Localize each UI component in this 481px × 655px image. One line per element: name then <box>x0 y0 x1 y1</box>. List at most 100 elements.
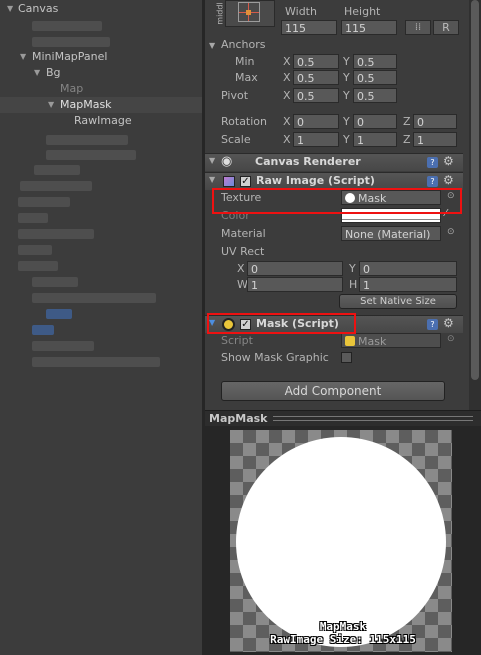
uv-w-field[interactable]: 1 <box>247 277 343 292</box>
uv-x-field[interactable]: 0 <box>247 261 343 276</box>
anchor-min-x-field[interactable]: 0.5 <box>293 54 339 69</box>
foldout-arrow-icon[interactable]: ▼ <box>209 318 215 327</box>
blurred-item-label <box>46 309 72 319</box>
expand-arrow-icon[interactable]: ▼ <box>34 65 40 81</box>
material-label: Material <box>221 227 266 240</box>
anchor-min-y-field[interactable]: 0.5 <box>353 54 397 69</box>
foldout-arrow-icon[interactable]: ▼ <box>209 175 215 184</box>
hierarchy-item-blurred[interactable] <box>0 290 202 306</box>
hierarchy-item-blurred[interactable] <box>0 162 202 178</box>
hierarchy-item-blurred[interactable] <box>0 226 202 242</box>
blueprint-mode-button[interactable]: ⁞⁞ <box>405 20 431 35</box>
uv-h-field[interactable]: 1 <box>359 277 457 292</box>
canvas-renderer-header[interactable]: ▼ ◉ Canvas Renderer ? ⚙ <box>205 153 463 171</box>
hierarchy-item-canvas[interactable]: ▼ Canvas <box>0 1 202 17</box>
show-mask-graphic-label: Show Mask Graphic <box>221 351 329 364</box>
anchors-label: Anchors <box>221 38 266 51</box>
preview-header[interactable]: MapMask <box>205 410 481 426</box>
rotation-z-field[interactable]: 0 <box>413 114 457 129</box>
pivot-x-field[interactable]: 0.5 <box>293 88 339 103</box>
hierarchy-item-blurred[interactable] <box>0 274 202 290</box>
gear-icon[interactable]: ⚙ <box>443 154 454 168</box>
inspector-panel: middl Width Height 115 115 ⁞⁞ R ▼ Anchor… <box>205 0 481 410</box>
mask-header[interactable]: ▼ ✓ Mask (Script) ? ⚙ <box>205 315 463 333</box>
foldout-arrow-icon[interactable]: ▼ <box>209 156 215 165</box>
add-component-button[interactable]: Add Component <box>221 381 445 401</box>
hierarchy-item-blurred[interactable] <box>0 210 202 226</box>
expand-arrow-icon[interactable]: ▼ <box>48 97 54 113</box>
hierarchy-item-blurred[interactable] <box>0 132 202 148</box>
scale-x-field[interactable]: 1 <box>293 132 339 147</box>
hierarchy-item-minimap-panel[interactable]: ▼ MiniMapPanel <box>0 49 202 65</box>
preview-title: MapMask <box>209 412 268 425</box>
blurred-item-label <box>18 197 70 207</box>
raw-image-enabled-checkbox[interactable]: ✓ <box>240 176 251 187</box>
hierarchy-item-blurred[interactable] <box>0 322 202 338</box>
blurred-item-label <box>46 135 128 145</box>
blurred-item-label <box>18 245 52 255</box>
mask-enabled-checkbox[interactable]: ✓ <box>240 319 251 330</box>
hierarchy-item-blurred[interactable] <box>0 338 202 354</box>
color-label: Color <box>221 209 250 222</box>
scale-z-field[interactable]: 1 <box>413 132 457 147</box>
height-field[interactable]: 115 <box>341 20 397 35</box>
hierarchy-item-bg[interactable]: ▼ Bg <box>0 65 202 81</box>
raw-edit-button[interactable]: R <box>433 20 459 35</box>
hierarchy-item-blurred[interactable] <box>0 242 202 258</box>
hierarchy-item-rawimage[interactable]: RawImage <box>0 113 202 129</box>
hierarchy-item-label: Map <box>60 82 84 95</box>
hierarchy-item-label: MiniMapPanel <box>32 50 108 63</box>
hierarchy-item-blurred[interactable] <box>0 178 202 194</box>
axis-y-label: Y <box>343 71 350 84</box>
hierarchy-item-mapmask[interactable]: ▼ MapMask <box>0 97 202 113</box>
raw-image-header[interactable]: ▼ ✓ Raw Image (Script) ? ⚙ <box>205 172 463 190</box>
hierarchy-item-blurred[interactable] <box>0 147 202 163</box>
texture-thumbnail-icon <box>345 193 355 203</box>
hierarchy-item-blurred[interactable] <box>0 194 202 210</box>
width-label: Width <box>285 5 317 18</box>
rotation-x-field[interactable]: 0 <box>293 114 339 129</box>
expand-arrow-icon[interactable]: ▼ <box>7 1 13 17</box>
anchors-foldout-icon[interactable]: ▼ <box>209 41 215 50</box>
object-picker-icon[interactable]: ⊙ <box>447 227 455 237</box>
object-picker-icon[interactable]: ⊙ <box>447 334 455 344</box>
rotation-y-field[interactable]: 0 <box>353 114 397 129</box>
anchor-max-label: Max <box>235 71 258 84</box>
axis-y-label: Y <box>343 133 350 146</box>
rotation-label: Rotation <box>221 115 268 128</box>
blurred-item-label <box>32 341 94 351</box>
script-field[interactable]: Mask <box>341 333 441 348</box>
anchor-max-y-field[interactable]: 0.5 <box>353 70 397 85</box>
hierarchy-item-blurred[interactable] <box>0 34 202 50</box>
gear-icon[interactable]: ⚙ <box>443 173 454 187</box>
scale-y-field[interactable]: 1 <box>353 132 397 147</box>
anchor-preset-widget[interactable]: middl <box>216 0 275 27</box>
set-native-size-button[interactable]: Set Native Size <box>339 294 457 309</box>
eyedropper-icon[interactable]: ⁄ <box>445 208 447 219</box>
axis-y-label: Y <box>349 262 356 275</box>
material-field[interactable]: None (Material) <box>341 226 441 241</box>
help-icon[interactable]: ? <box>427 319 438 330</box>
canvas-renderer-title: Canvas Renderer <box>255 155 361 168</box>
object-picker-icon[interactable]: ⊙ <box>447 191 455 201</box>
show-mask-graphic-checkbox[interactable] <box>341 352 352 363</box>
gear-icon[interactable]: ⚙ <box>443 316 454 330</box>
hierarchy-item-blurred[interactable] <box>0 18 202 34</box>
blurred-item-label <box>32 277 78 287</box>
width-field[interactable]: 115 <box>281 20 337 35</box>
inspector-scrollbar-thumb[interactable] <box>471 0 479 380</box>
help-icon[interactable]: ? <box>427 157 438 168</box>
hierarchy-item-blurred[interactable] <box>0 306 202 322</box>
axis-x-label: X <box>283 71 291 84</box>
help-icon[interactable]: ? <box>427 176 438 187</box>
preview-drag-handle[interactable] <box>273 416 473 421</box>
texture-field[interactable]: Mask <box>341 190 441 205</box>
hierarchy-item-map[interactable]: Map <box>0 81 202 97</box>
pivot-y-field[interactable]: 0.5 <box>353 88 397 103</box>
expand-arrow-icon[interactable]: ▼ <box>20 49 26 65</box>
hierarchy-item-blurred[interactable] <box>0 354 202 370</box>
hierarchy-item-blurred[interactable] <box>0 258 202 274</box>
color-swatch-field[interactable] <box>341 208 441 223</box>
anchor-max-x-field[interactable]: 0.5 <box>293 70 339 85</box>
uv-y-field[interactable]: 0 <box>359 261 457 276</box>
